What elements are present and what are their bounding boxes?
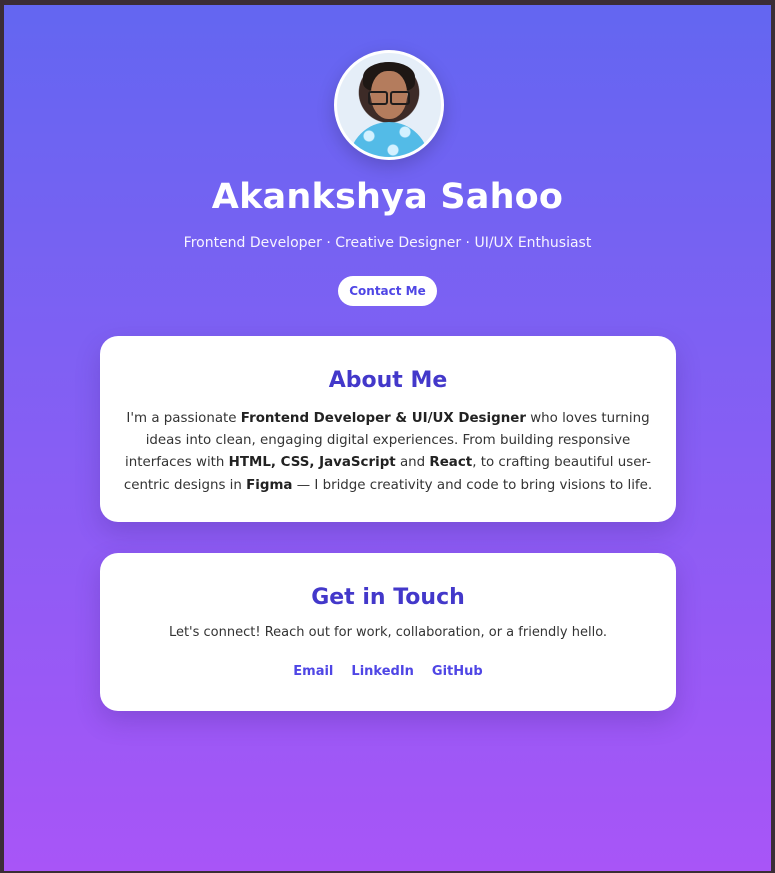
about-highlight-react: React	[429, 455, 473, 471]
glasses-icon	[368, 91, 410, 105]
about-text-part-5: — I bridge creativity and code to bring …	[292, 477, 653, 493]
about-highlight-figma: Figma	[246, 477, 293, 493]
contact-title: Get in Touch	[311, 585, 465, 610]
profile-tagline: Frontend Developer · Creative Designer ·…	[183, 235, 592, 251]
about-description: I'm a passionate Frontend Developer & UI…	[122, 408, 654, 497]
profile-name: Akankshya Sahoo	[211, 177, 564, 217]
portfolio-page: Akankshya Sahoo Frontend Developer · Cre…	[4, 5, 771, 871]
contact-message: Let's connect! Reach out for work, colla…	[168, 625, 608, 640]
about-highlight-role: Frontend Developer & UI/UX Designer	[240, 411, 526, 426]
profile-avatar	[334, 50, 444, 160]
about-highlight-tech: HTML, CSS, JavaScript	[228, 455, 396, 471]
contact-card: Get in Touch Let's connect! Reach out fo…	[100, 553, 676, 711]
avatar-shirt-detail	[349, 122, 429, 157]
about-text-part-3: and	[395, 455, 430, 471]
linkedin-link[interactable]: LinkedIn	[351, 663, 414, 681]
about-text-part-1: I'm a passionate	[126, 411, 241, 426]
about-title: About Me	[328, 368, 448, 393]
about-card: About Me I'm a passionate Frontend Devel…	[100, 336, 676, 522]
contact-links: Email LinkedIn GitHub	[100, 663, 676, 681]
github-link[interactable]: GitHub	[432, 663, 483, 681]
contact-me-button[interactable]: Contact Me	[338, 276, 437, 306]
email-link[interactable]: Email	[293, 663, 333, 681]
